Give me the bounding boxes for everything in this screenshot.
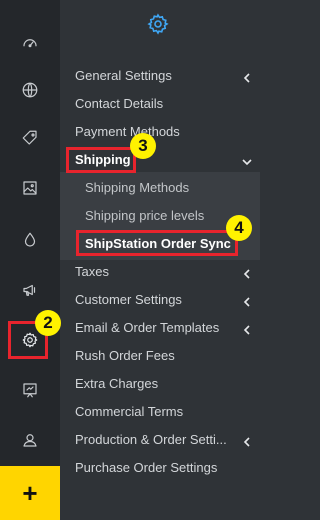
menu-commercial-terms[interactable]: Commercial Terms [60, 397, 260, 425]
menu-extra-charges[interactable]: Extra Charges [60, 369, 260, 397]
menu-label: General Settings [75, 67, 172, 83]
step-badge-3: 3 [130, 133, 156, 159]
menu-email-order-templates[interactable]: Email & Order Templates [60, 313, 260, 341]
icon-rail: + [0, 0, 60, 520]
menu-label: Rush Order Fees [75, 347, 175, 363]
menu-label: Contact Details [75, 95, 164, 111]
drop-icon[interactable] [18, 228, 42, 252]
chevron-left-icon [242, 266, 252, 279]
globe-icon[interactable] [18, 78, 42, 102]
step-badge-4: 4 [226, 215, 252, 241]
add-button[interactable]: + [0, 466, 60, 520]
chevron-down-icon [242, 154, 252, 166]
image-icon[interactable] [18, 176, 42, 200]
menu-production-order-settings[interactable]: Production & Order Setti... [60, 425, 260, 453]
menu-label: Extra Charges [75, 375, 159, 391]
step-badge-2: 2 [35, 310, 61, 336]
megaphone-icon[interactable] [18, 278, 42, 302]
menu-label: Production & Order Setti... [75, 431, 227, 447]
chevron-left-icon [242, 70, 252, 83]
menu-taxes[interactable]: Taxes [60, 257, 260, 285]
add-button-label: + [22, 478, 38, 508]
menu-label: Shipping price levels [85, 207, 205, 223]
dashboard-icon[interactable] [18, 30, 42, 54]
menu-label: Customer Settings [75, 291, 182, 307]
tag-icon[interactable] [18, 126, 42, 150]
user-icon[interactable] [18, 428, 42, 452]
menu-label: Email & Order Templates [75, 319, 220, 335]
highlight-shipping [66, 147, 136, 173]
menu-label: Commercial Terms [75, 403, 184, 419]
settings-header-icon [146, 12, 170, 36]
chevron-left-icon [242, 434, 252, 447]
menu-label: Purchase Order Settings [75, 459, 218, 475]
menu-purchase-order-settings[interactable]: Purchase Order Settings [60, 453, 260, 481]
chevron-left-icon [242, 294, 252, 307]
menu-payment-methods[interactable]: Payment Methods [60, 117, 260, 145]
presentation-icon[interactable] [18, 378, 42, 402]
chevron-left-icon [242, 322, 252, 335]
menu-label: Taxes [75, 263, 109, 279]
menu-contact-details[interactable]: Contact Details [60, 89, 260, 117]
menu-label: Payment Methods [75, 123, 180, 139]
menu-customer-settings[interactable]: Customer Settings [60, 285, 260, 313]
submenu-shipping-methods[interactable]: Shipping Methods [60, 173, 260, 201]
menu-general-settings[interactable]: General Settings [60, 61, 260, 89]
highlight-shipstation [76, 230, 238, 256]
menu-rush-order-fees[interactable]: Rush Order Fees [60, 341, 260, 369]
menu-label: Shipping Methods [85, 179, 190, 195]
